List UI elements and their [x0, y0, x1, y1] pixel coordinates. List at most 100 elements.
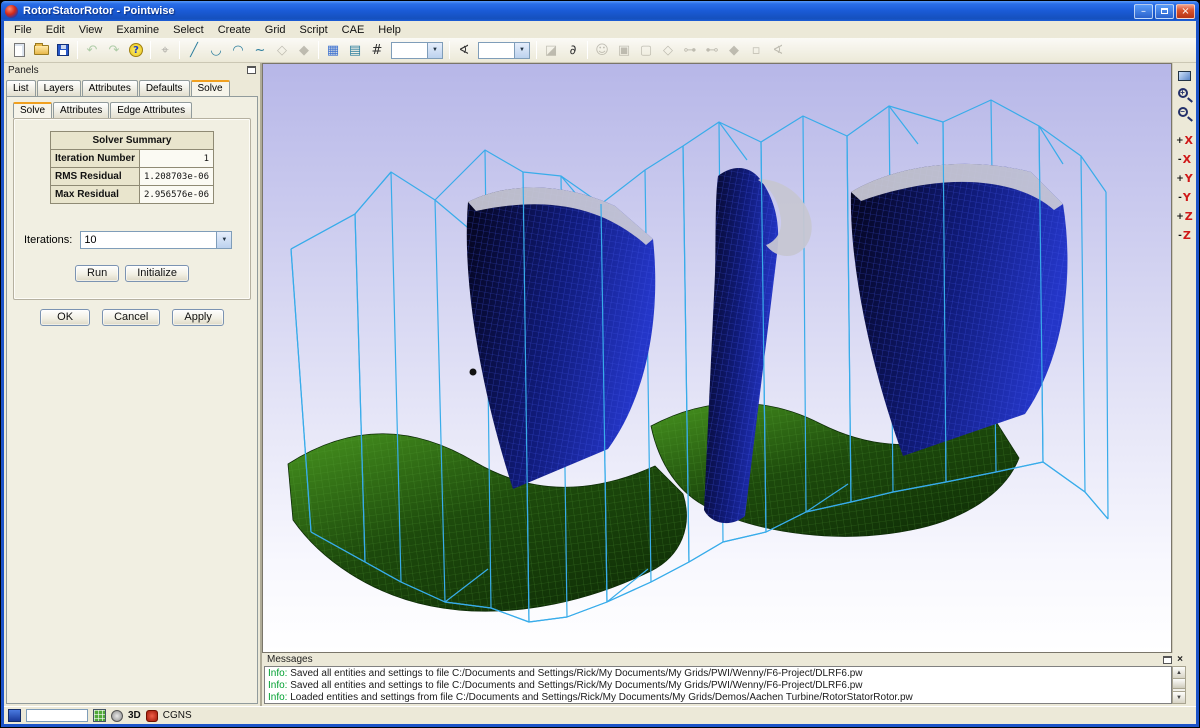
block-button[interactable]: ▢ — [635, 40, 657, 61]
layer-grid-icon[interactable] — [93, 709, 106, 722]
solve-subtab-bar: Solve Attributes Edge Attributes — [7, 97, 257, 118]
scroll-up-icon[interactable]: ▲ — [1173, 667, 1185, 679]
menu-grid[interactable]: Grid — [258, 23, 293, 37]
tab-solve[interactable]: Solve — [191, 80, 230, 96]
solid-domain-button[interactable]: ◆ — [723, 40, 745, 61]
cancel-button[interactable]: Cancel — [102, 309, 160, 326]
command-icon[interactable] — [8, 709, 21, 722]
messages-panel: Messages × Info: Saved all entities and … — [262, 653, 1188, 706]
panels-header[interactable]: Panels — [4, 63, 260, 77]
table-row: Iteration Number 1 — [50, 150, 213, 168]
menu-script[interactable]: Script — [293, 23, 335, 37]
app-window: RotorStatorRotor - Pointwise – × File Ed… — [1, 1, 1199, 727]
viewport — [262, 63, 1172, 653]
toolbar-separator — [449, 41, 450, 59]
close-button[interactable]: × — [1176, 4, 1195, 19]
apply-button[interactable]: Apply — [172, 309, 224, 326]
curve-tool-button[interactable]: ◡ — [205, 40, 227, 61]
new-file-button[interactable] — [8, 40, 30, 61]
subtab-attributes[interactable]: Attributes — [53, 102, 109, 118]
fit-view-button[interactable] — [1175, 66, 1195, 85]
solid-cube-button[interactable]: ▣ — [613, 40, 635, 61]
undo-button[interactable]: ↶ — [81, 40, 103, 61]
angle-button[interactable]: ∢ — [453, 40, 475, 61]
menu-view[interactable]: View — [72, 23, 110, 37]
eraser-button[interactable]: ◪ — [540, 40, 562, 61]
status-bar: 3D CGNS — [4, 706, 1196, 724]
menu-edit[interactable]: Edit — [39, 23, 72, 37]
toolbar-separator — [587, 41, 588, 59]
help-button[interactable]: ? — [125, 40, 147, 61]
tolerance-icon[interactable] — [111, 710, 123, 722]
scroll-down-icon[interactable]: ▼ — [1173, 691, 1185, 703]
rms-residual-label: RMS Residual — [50, 168, 139, 186]
tab-defaults[interactable]: Defaults — [139, 80, 190, 96]
arc-tool-button[interactable]: ◠ — [227, 40, 249, 61]
node-button[interactable]: ▫ — [745, 40, 767, 61]
zoom-in-button[interactable]: + — [1175, 85, 1195, 104]
view-minus-z-button[interactable]: -Z — [1175, 226, 1195, 245]
menu-file[interactable]: File — [7, 23, 39, 37]
menu-help[interactable]: Help — [371, 23, 408, 37]
scroll-thumb[interactable] — [1173, 679, 1185, 689]
angle-combo[interactable]: ▼ — [478, 42, 530, 59]
diamond-tool-button[interactable]: ◇ — [271, 40, 293, 61]
probe-button[interactable]: ⌖ — [154, 40, 176, 61]
menu-cae[interactable]: CAE — [335, 23, 372, 37]
minimize-button[interactable]: – — [1134, 4, 1153, 19]
initialize-button[interactable]: Initialize — [125, 265, 189, 282]
close-icon[interactable]: × — [1177, 655, 1183, 665]
view-plus-x-button[interactable]: +X — [1175, 131, 1195, 150]
title-bar[interactable]: RotorStatorRotor - Pointwise – × — [1, 1, 1199, 21]
diamond-filled-button[interactable]: ◆ — [293, 40, 315, 61]
angle2-button[interactable]: ∢ — [767, 40, 789, 61]
ok-button[interactable]: OK — [40, 309, 90, 326]
messages-log[interactable]: Info: Saved all entities and settings to… — [264, 666, 1172, 704]
iterations-combo[interactable]: 10 ▼ — [80, 231, 232, 249]
log-line: Info: Saved all entities and settings to… — [268, 668, 1168, 680]
save-button[interactable] — [52, 40, 74, 61]
solver-summary-title: Solver Summary — [50, 132, 213, 150]
view-plus-z-button[interactable]: +Z — [1175, 207, 1195, 226]
zoom-out-button[interactable]: − — [1175, 104, 1195, 123]
float-panel-icon[interactable] — [247, 66, 256, 74]
messages-title: Messages — [267, 654, 313, 665]
subtab-edge-attributes[interactable]: Edge Attributes — [110, 102, 192, 118]
dimension-combo[interactable]: ▼ — [391, 42, 443, 59]
menu-create[interactable]: Create — [211, 23, 258, 37]
log-text: Loaded entities and settings from file C… — [287, 692, 912, 703]
restore-button[interactable] — [1155, 4, 1174, 19]
view-minus-x-button[interactable]: -X — [1175, 150, 1195, 169]
view-minus-y-button[interactable]: -Y — [1175, 188, 1195, 207]
menu-examine[interactable]: Examine — [109, 23, 166, 37]
view-plus-y-button[interactable]: +Y — [1175, 169, 1195, 188]
window-title: RotorStatorRotor - Pointwise — [23, 5, 1132, 17]
messages-scrollbar[interactable]: ▲ ▼ — [1172, 666, 1186, 704]
selected-point-marker[interactable] — [470, 369, 477, 376]
command-input[interactable] — [26, 709, 88, 722]
viewport-canvas[interactable] — [263, 64, 1171, 652]
split-button[interactable]: ⊷ — [701, 40, 723, 61]
tab-list[interactable]: List — [6, 80, 36, 96]
open-button[interactable] — [30, 40, 52, 61]
line-tool-button[interactable]: ╱ — [183, 40, 205, 61]
solver-summary-table: Solver Summary Iteration Number 1 RMS Re… — [50, 131, 214, 204]
join-button[interactable]: ⊶ — [679, 40, 701, 61]
tab-attributes[interactable]: Attributes — [82, 80, 138, 96]
messages-header[interactable]: Messages × — [262, 653, 1188, 666]
mask-button[interactable]: ☺ — [591, 40, 613, 61]
tab-layers[interactable]: Layers — [37, 80, 81, 96]
spline-tool-button[interactable]: ~ — [249, 40, 271, 61]
chevron-down-icon[interactable]: ▼ — [216, 232, 231, 248]
redo-button[interactable]: ↷ — [103, 40, 125, 61]
subtab-solve[interactable]: Solve — [13, 102, 52, 118]
dimension-button[interactable]: # — [366, 40, 388, 61]
menu-select[interactable]: Select — [166, 23, 211, 37]
domain-button[interactable]: ◇ — [657, 40, 679, 61]
app-logo-icon — [5, 5, 18, 18]
unstructured-grid-button[interactable]: ▤ — [344, 40, 366, 61]
derivative-button[interactable]: ∂ — [562, 40, 584, 61]
float-panel-icon[interactable] — [1163, 656, 1172, 664]
structured-grid-button[interactable]: ▦ — [322, 40, 344, 61]
run-button[interactable]: Run — [75, 265, 119, 282]
